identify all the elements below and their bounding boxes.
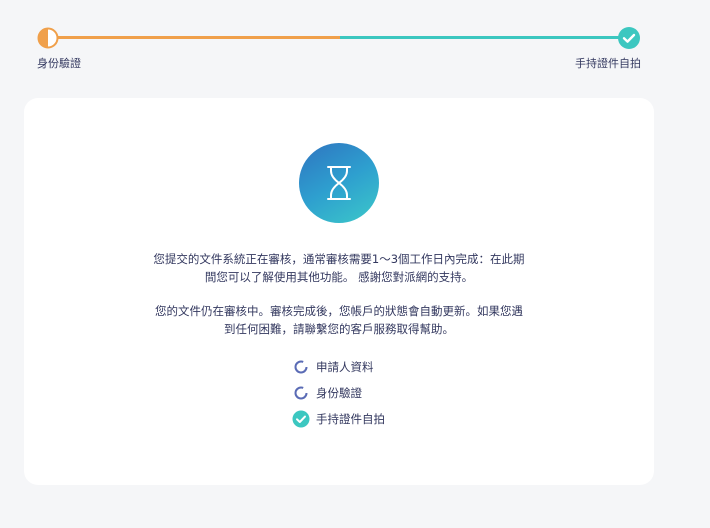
half-filled-step-icon — [37, 27, 59, 49]
pending-icon — [294, 360, 308, 374]
check-circle-icon — [292, 410, 310, 428]
progress-stepper: 身份驗證 手持證件自拍 — [0, 0, 710, 80]
checklist-item-label: 身份驗證 — [316, 386, 362, 400]
review-notice-line: 您提交的文件系統正在審核，通常審核需要1～3個工作日內完成：在此期 — [153, 252, 525, 266]
status-update-line: 到任何困難，請聯繫您的客戶服務取得幫助。 — [224, 322, 454, 336]
step-label-identity: 身份驗證 — [37, 57, 81, 70]
step-label-selfie: 手持證件自拍 — [575, 57, 641, 70]
progress-track-completed — [57, 36, 340, 39]
status-update-line: 您的文件仍在審核中。審核完成後，您帳戶的狀態會自動更新。如果您遇 — [155, 304, 523, 318]
review-status-card: 您提交的文件系統正在審核，通常審核需要1～3個工作日內完成：在此期 間您可以了解… — [24, 98, 654, 485]
hourglass-icon — [299, 143, 379, 223]
pending-icon — [294, 386, 308, 400]
review-notice-line: 間您可以了解使用其他功能。 感謝您對派網的支持。 — [204, 270, 474, 284]
checklist-item-label: 手持證件自拍 — [316, 412, 385, 426]
progress-track-remaining — [340, 36, 622, 39]
check-circle-icon — [618, 27, 640, 49]
status-update-text: 您的文件仍在審核中。審核完成後，您帳戶的狀態會自動更新。如果您遇 到任何困難，請… — [24, 302, 654, 338]
review-notice-text: 您提交的文件系統正在審核，通常審核需要1～3個工作日內完成：在此期 間您可以了解… — [24, 250, 654, 286]
checklist-item-label: 申請人資料 — [316, 360, 374, 374]
